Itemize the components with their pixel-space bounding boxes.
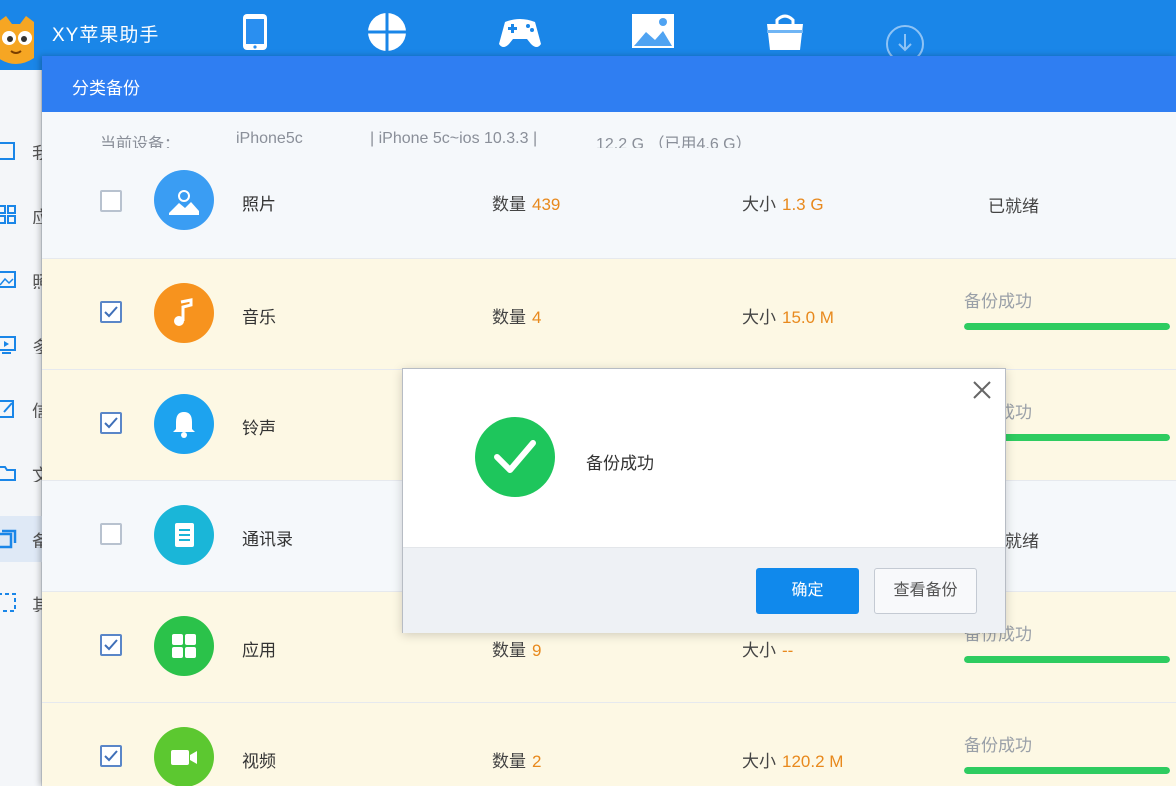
category-name: 照片 xyxy=(242,195,276,214)
item-count: 数量 9 xyxy=(492,641,542,660)
backup-row-photos: 照片 数量 439 大小 1.3 G 已就绪 xyxy=(42,148,1176,259)
sidebar-item-other[interactable]: 其 xyxy=(0,580,42,626)
app-brand: XY苹果助手 xyxy=(52,25,160,46)
status-text: 备份成功 xyxy=(964,292,1032,311)
item-size: 大小 15.0 M xyxy=(742,308,834,327)
store-bag-icon[interactable] xyxy=(762,12,808,52)
row-checkbox[interactable] xyxy=(100,412,122,434)
bell-icon xyxy=(154,394,214,454)
success-check-icon xyxy=(475,417,555,497)
item-size: 大小 1.3 G xyxy=(742,195,824,214)
status-text: 已就绪 xyxy=(988,197,1039,216)
item-count: 数量 4 xyxy=(492,308,542,327)
category-name: 通讯录 xyxy=(242,530,293,549)
picture-icon[interactable] xyxy=(630,12,676,52)
check-icon xyxy=(104,750,118,762)
apps-grid-icon xyxy=(154,616,214,676)
xy-logo-icon xyxy=(0,14,40,68)
phone-icon[interactable] xyxy=(232,12,278,52)
category-name: 铃声 xyxy=(242,419,276,438)
sidebar-item-backup[interactable]: 备 xyxy=(0,516,42,562)
backup-progress-bar xyxy=(964,767,1170,774)
sidebar-item-media[interactable]: 多 xyxy=(0,322,42,368)
photo-icon xyxy=(154,170,214,230)
sidebar-item-mine[interactable]: 我 xyxy=(0,128,42,174)
backup-row-video: 视频 数量 2 大小 120.2 M 备份成功 xyxy=(42,703,1176,786)
sidebar-item-files[interactable]: 文 xyxy=(0,450,42,496)
item-count: 数量 2 xyxy=(492,752,542,771)
backup-progress-bar xyxy=(964,656,1170,663)
status-text: 备份成功 xyxy=(964,736,1032,755)
check-icon xyxy=(104,639,118,651)
check-icon xyxy=(104,306,118,318)
gamepad-icon[interactable] xyxy=(497,12,543,52)
item-size: 大小 -- xyxy=(742,641,794,660)
row-checkbox[interactable] xyxy=(100,745,122,767)
backup-success-dialog: 备份成功 确定 查看备份 xyxy=(402,368,1006,633)
item-count: 数量 439 xyxy=(492,195,561,214)
contacts-icon xyxy=(154,505,214,565)
row-checkbox[interactable] xyxy=(100,634,122,656)
device-model: | iPhone 5c~ios 10.3.3 | xyxy=(370,130,538,147)
row-checkbox[interactable] xyxy=(100,301,122,323)
item-size: 大小 120.2 M xyxy=(742,752,844,771)
backup-progress-bar xyxy=(964,323,1170,330)
confirm-button[interactable]: 确定 xyxy=(756,568,859,614)
row-checkbox[interactable] xyxy=(100,523,122,545)
sidebar-item-apps[interactable]: 应 xyxy=(0,192,42,238)
backup-row-music: 音乐 数量 4 大小 15.0 M 备份成功 xyxy=(42,259,1176,370)
dialog-message: 备份成功 xyxy=(586,454,654,473)
window-title-bar: 分类备份 xyxy=(42,56,1176,112)
row-checkbox[interactable] xyxy=(100,190,122,212)
sidebar-item-photos[interactable]: 照 xyxy=(0,257,42,303)
category-name: 视频 xyxy=(242,752,276,771)
device-name: iPhone5c xyxy=(236,130,303,147)
video-camera-icon xyxy=(154,727,214,786)
main-sidebar: 我 应 照 多 信 文 备 其 xyxy=(0,70,42,786)
dialog-footer: 确定 查看备份 xyxy=(403,547,1005,633)
check-icon xyxy=(104,417,118,429)
category-name: 应用 xyxy=(242,641,276,660)
category-name: 音乐 xyxy=(242,308,276,327)
apps-icon[interactable] xyxy=(364,12,410,52)
close-icon[interactable] xyxy=(969,377,995,403)
view-backup-button[interactable]: 查看备份 xyxy=(874,568,977,614)
window-title: 分类备份 xyxy=(72,79,140,98)
music-note-icon xyxy=(154,283,214,343)
sidebar-item-messages[interactable]: 信 xyxy=(0,386,42,432)
